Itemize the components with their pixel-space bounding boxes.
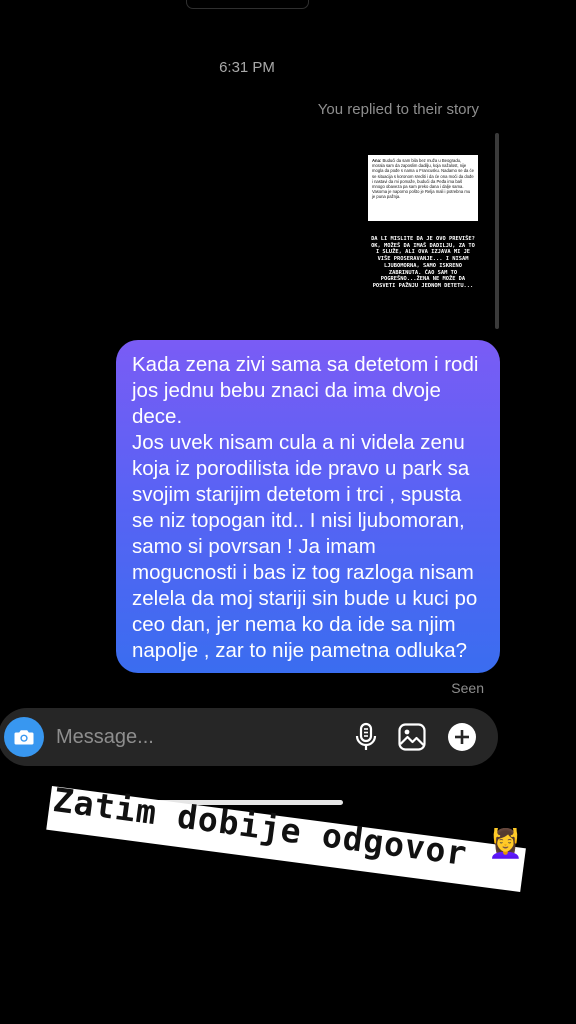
camera-button[interactable] [4,717,44,757]
message-input[interactable] [56,724,316,750]
camera-icon [14,730,34,745]
message-composer [0,708,498,766]
add-button[interactable] [446,721,478,753]
sticker-text: Zatim dobije odgovor [50,780,470,874]
sent-message-bubble[interactable]: Kada zena zivi sama sa detetom i rodi jo… [116,340,500,673]
story-preview[interactable]: Ana: Budući da sam bila bez muža u Beogr… [356,146,490,321]
story-reply-label: You replied to their story [317,101,479,118]
message-timestamp: 6:31 PM [219,59,275,76]
add-icon [448,723,476,751]
story-caption: Da li mislite da je ovo previše? Ok, mož… [371,236,475,289]
story-quote-card: Ana: Budući da sam bila bez muža u Beogr… [368,155,478,221]
seen-status: Seen [451,680,484,696]
story-card-text: Budući da sam bila bez muža u Beogradu, … [372,158,474,200]
gallery-button[interactable] [396,721,428,753]
voice-message-button[interactable] [350,721,382,753]
woman-getting-massage-emoji: 💆‍♀️ [488,828,523,859]
text-sticker: Zatim dobije odgovor 💆‍♀️ [46,780,528,893]
top-notch [186,0,309,9]
microphone-icon [355,722,377,750]
gallery-icon [398,723,426,751]
story-reply-bar [495,133,499,329]
